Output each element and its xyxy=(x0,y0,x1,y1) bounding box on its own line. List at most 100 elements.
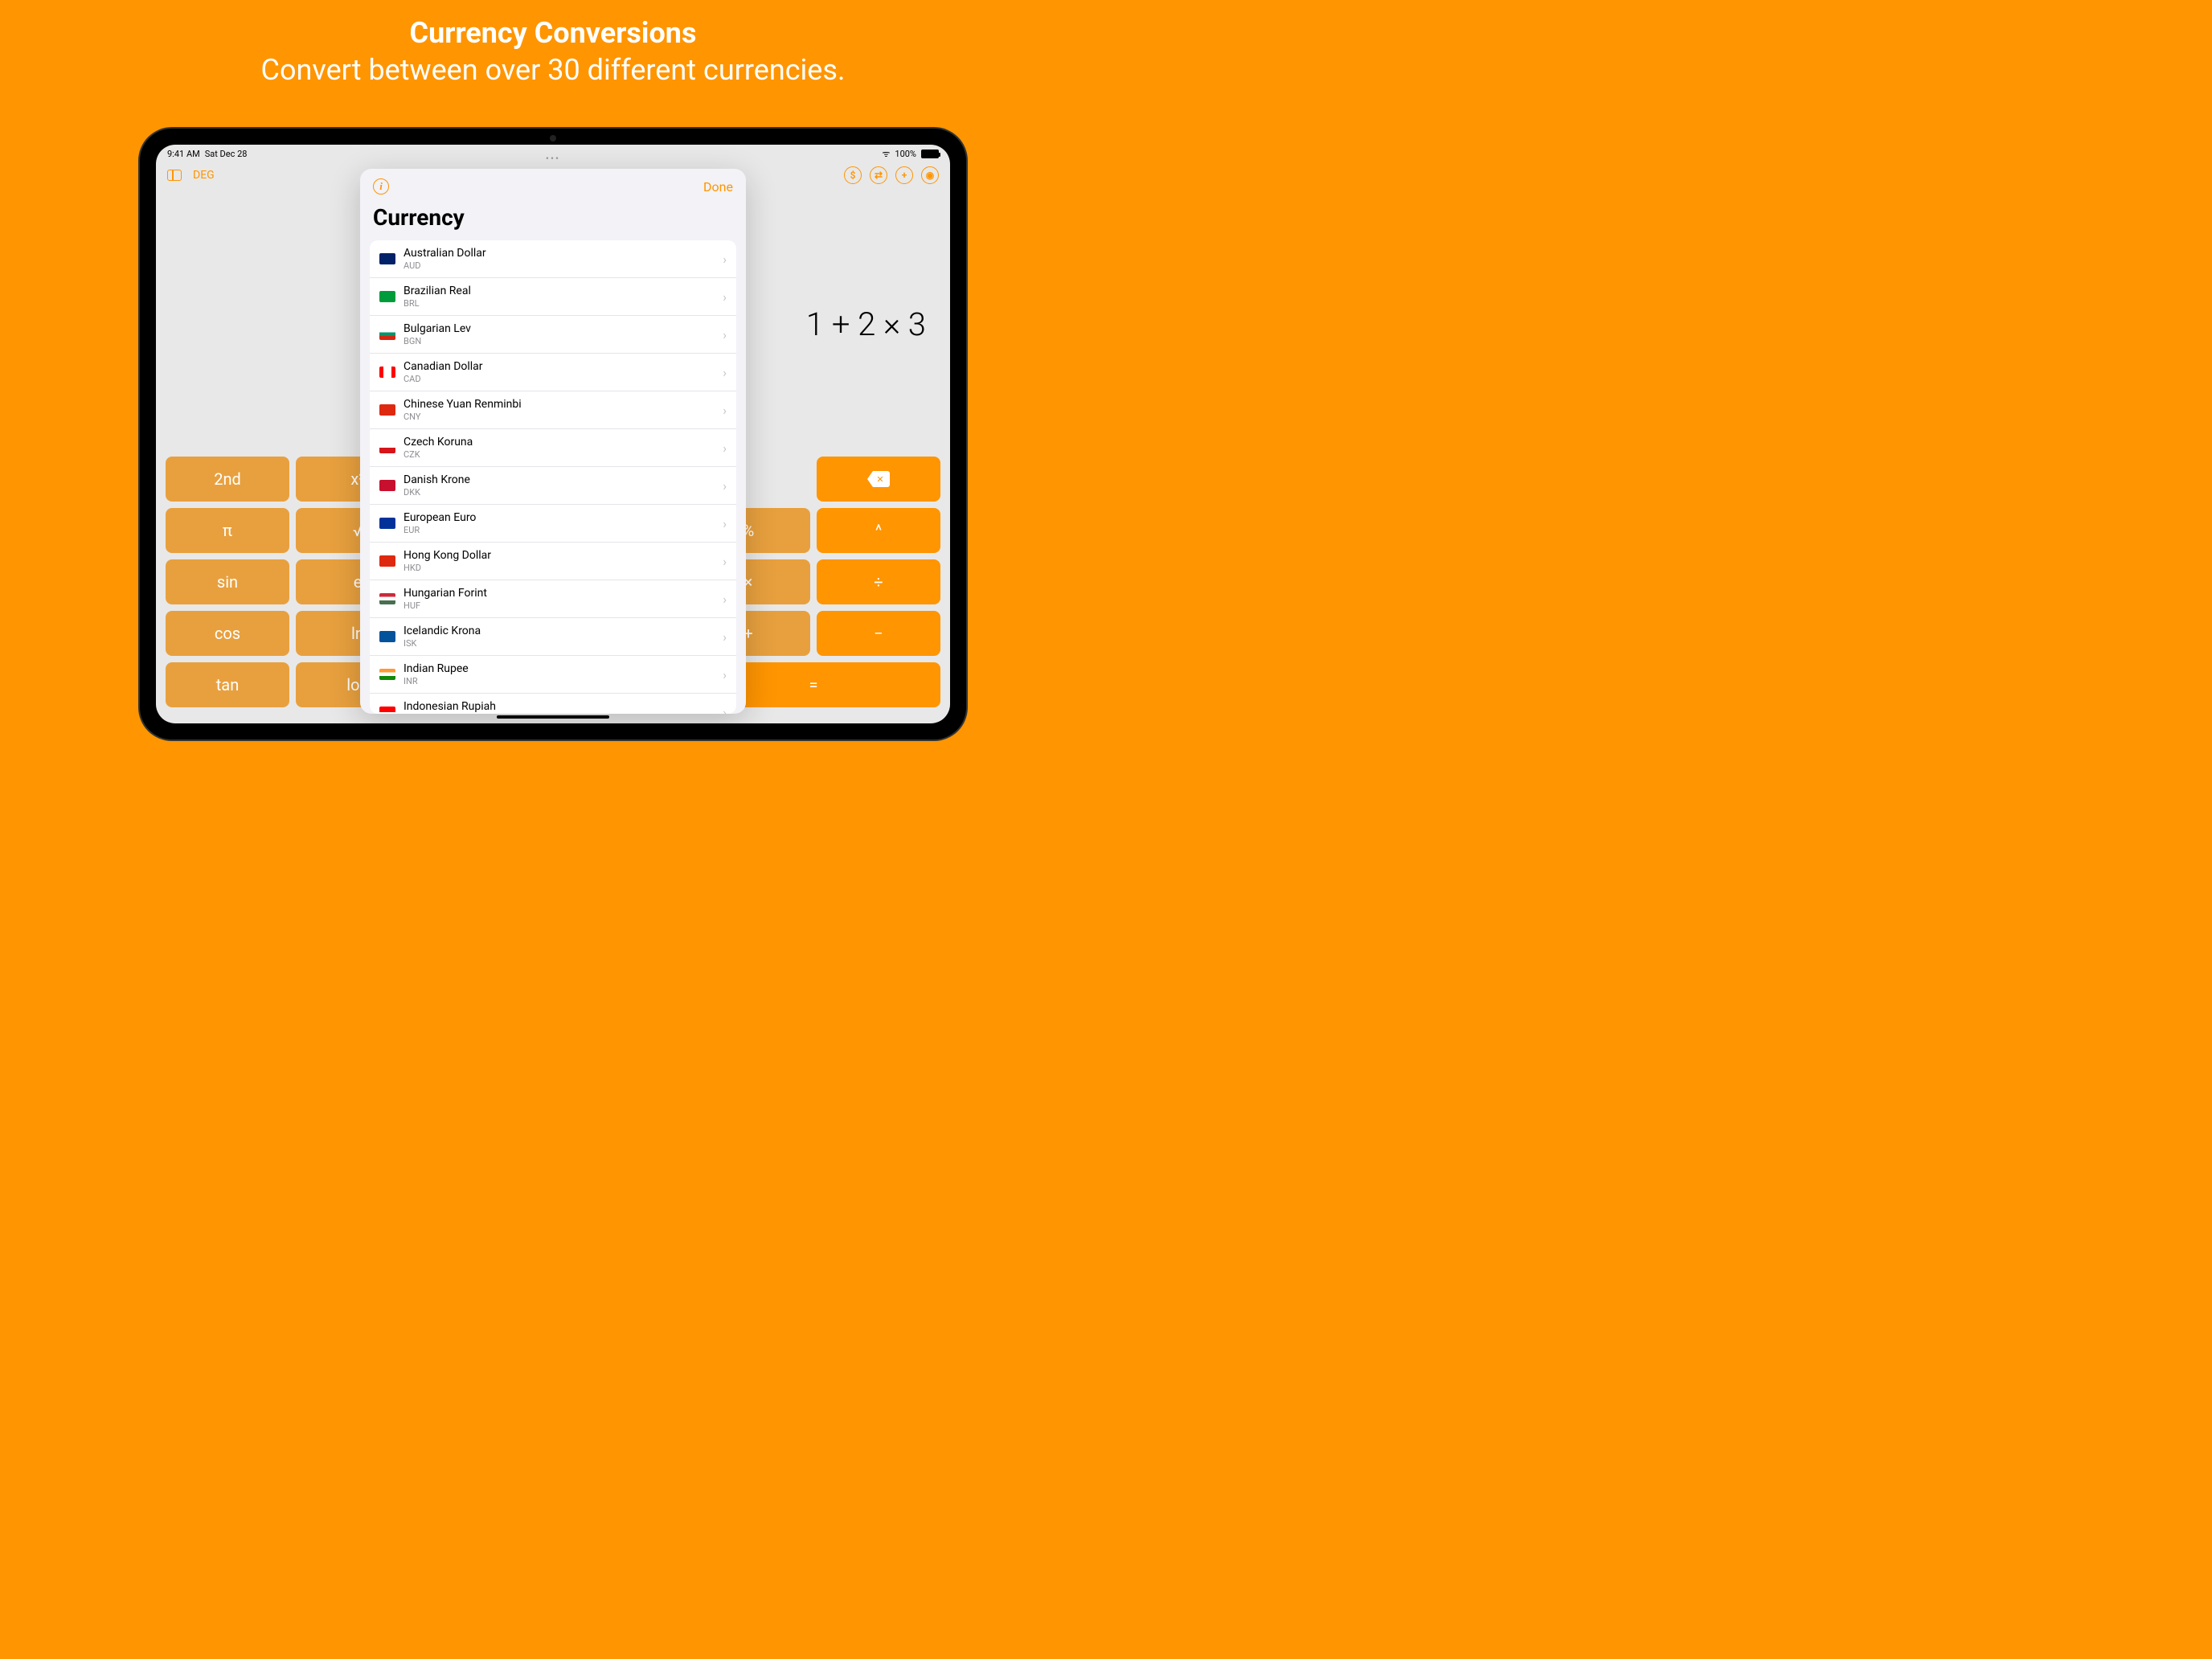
currency-list[interactable]: Australian Dollar AUD › Brazilian Real B… xyxy=(370,240,736,714)
currency-code: CAD xyxy=(403,374,715,384)
chevron-right-icon: › xyxy=(723,365,727,380)
currency-name: Bulgarian Lev xyxy=(403,322,715,335)
currency-code: HUF xyxy=(403,600,715,611)
chevron-right-icon: › xyxy=(723,516,727,531)
currency-modal: i Done Currency Australian Dollar AUD › … xyxy=(360,169,746,714)
multitask-dots-icon[interactable]: ••• xyxy=(546,153,560,164)
flag-icon-is xyxy=(379,631,395,642)
flag-icon-hu xyxy=(379,593,395,604)
currency-item-isk[interactable]: Icelandic Krona ISK › xyxy=(370,618,736,656)
add-button[interactable]: + xyxy=(895,166,913,184)
key-tan[interactable]: tan xyxy=(166,662,289,707)
currency-code: CNY xyxy=(403,412,715,422)
currency-name: Danish Krone xyxy=(403,473,715,486)
record-button[interactable]: ◉ xyxy=(921,166,939,184)
currency-item-idr[interactable]: Indonesian Rupiah IDR › xyxy=(370,694,736,714)
chevron-right-icon: › xyxy=(723,289,727,305)
key-2nd[interactable]: 2nd xyxy=(166,457,289,502)
promo-subtitle: Convert between over 30 different curren… xyxy=(0,53,1106,87)
key-divide[interactable]: ÷ xyxy=(817,559,940,604)
flag-icon-ca xyxy=(379,367,395,378)
swap-button[interactable]: ⇄ xyxy=(870,166,887,184)
currency-name: Canadian Dollar xyxy=(403,360,715,373)
currency-name: Czech Koruna xyxy=(403,436,715,449)
currency-code: DKK xyxy=(403,487,715,498)
angle-mode-button[interactable]: DEG xyxy=(193,169,215,182)
chevron-right-icon: › xyxy=(723,705,727,715)
currency-name: Indian Rupee xyxy=(403,662,715,675)
status-date: Sat Dec 28 xyxy=(205,149,248,159)
currency-item-czk[interactable]: Czech Koruna CZK › xyxy=(370,429,736,467)
chevron-right-icon: › xyxy=(723,667,727,682)
currency-info: Bulgarian Lev BGN xyxy=(403,322,715,346)
currency-item-hkd[interactable]: Hong Kong Dollar HKD › xyxy=(370,543,736,580)
key-backspace[interactable] xyxy=(817,457,940,502)
currency-button[interactable]: $ xyxy=(844,166,862,184)
chevron-right-icon: › xyxy=(723,440,727,456)
currency-item-cad[interactable]: Canadian Dollar CAD › xyxy=(370,354,736,391)
currency-name: Indonesian Rupiah xyxy=(403,700,715,713)
currency-item-eur[interactable]: European Euro EUR › xyxy=(370,505,736,543)
currency-info: Australian Dollar AUD xyxy=(403,247,715,271)
status-bar: 9:41 AM Sat Dec 28 ••• ᯤ 100% xyxy=(156,145,950,160)
currency-name: Australian Dollar xyxy=(403,247,715,260)
chevron-right-icon: › xyxy=(723,252,727,267)
key-sin[interactable]: sin xyxy=(166,559,289,604)
currency-item-bgn[interactable]: Bulgarian Lev BGN › xyxy=(370,316,736,354)
currency-code: BRL xyxy=(403,298,715,309)
home-indicator[interactable] xyxy=(497,715,609,719)
key-pi[interactable]: π xyxy=(166,508,289,553)
chevron-right-icon: › xyxy=(723,403,727,418)
key-minus[interactable]: − xyxy=(817,611,940,656)
key-cos[interactable]: cos xyxy=(166,611,289,656)
currency-item-inr[interactable]: Indian Rupee INR › xyxy=(370,656,736,694)
currency-name: Icelandic Krona xyxy=(403,625,715,637)
currency-info: Danish Krone DKK xyxy=(403,473,715,498)
expression-display: 1 + 2 × 3 xyxy=(806,305,926,343)
currency-item-cny[interactable]: Chinese Yuan Renminbi CNY › xyxy=(370,391,736,429)
currency-item-aud[interactable]: Australian Dollar AUD › xyxy=(370,240,736,278)
chevron-right-icon: › xyxy=(723,327,727,342)
currency-code: CZK xyxy=(403,449,715,460)
ipad-device-frame: 9:41 AM Sat Dec 28 ••• ᯤ 100% DEG $ ⇄ + … xyxy=(140,129,966,739)
currency-info: Hong Kong Dollar HKD xyxy=(403,549,715,573)
flag-icon-in xyxy=(379,669,395,680)
promo-title: Currency Conversions xyxy=(0,16,1106,50)
currency-code: HKD xyxy=(403,563,715,573)
currency-name: Hungarian Forint xyxy=(403,587,715,600)
flag-icon-dk xyxy=(379,480,395,491)
currency-info: Indonesian Rupiah IDR xyxy=(403,700,715,714)
currency-code: EUR xyxy=(403,525,715,535)
currency-item-dkk[interactable]: Danish Krone DKK › xyxy=(370,467,736,505)
flag-icon-eu xyxy=(379,518,395,529)
done-button[interactable]: Done xyxy=(703,179,733,195)
currency-info: European Euro EUR xyxy=(403,511,715,535)
chevron-right-icon: › xyxy=(723,554,727,569)
status-time: 9:41 AM xyxy=(167,149,200,159)
currency-item-brl[interactable]: Brazilian Real BRL › xyxy=(370,278,736,316)
info-icon[interactable]: i xyxy=(373,178,389,195)
currency-info: Czech Koruna CZK xyxy=(403,436,715,460)
currency-name: Brazilian Real xyxy=(403,285,715,297)
currency-info: Hungarian Forint HUF xyxy=(403,587,715,611)
currency-info: Icelandic Krona ISK xyxy=(403,625,715,649)
wifi-icon: ᯤ xyxy=(882,148,890,160)
currency-code: AUD xyxy=(403,260,715,271)
modal-header: i Done xyxy=(360,169,746,201)
backspace-icon xyxy=(867,471,890,487)
battery-percent: 100% xyxy=(895,149,916,159)
currency-info: Indian Rupee INR xyxy=(403,662,715,686)
currency-name: Chinese Yuan Renminbi xyxy=(403,398,715,411)
currency-info: Canadian Dollar CAD xyxy=(403,360,715,384)
currency-item-huf[interactable]: Hungarian Forint HUF › xyxy=(370,580,736,618)
flag-icon-cz xyxy=(379,442,395,453)
chevron-right-icon: › xyxy=(723,478,727,494)
ipad-camera xyxy=(550,135,556,141)
currency-name: European Euro xyxy=(403,511,715,524)
flag-icon-hk xyxy=(379,555,395,567)
flag-icon-au xyxy=(379,253,395,264)
flag-icon-bg xyxy=(379,329,395,340)
key-caret[interactable]: ^ xyxy=(817,508,940,553)
sidebar-toggle-icon[interactable] xyxy=(167,170,182,181)
currency-info: Chinese Yuan Renminbi CNY xyxy=(403,398,715,422)
